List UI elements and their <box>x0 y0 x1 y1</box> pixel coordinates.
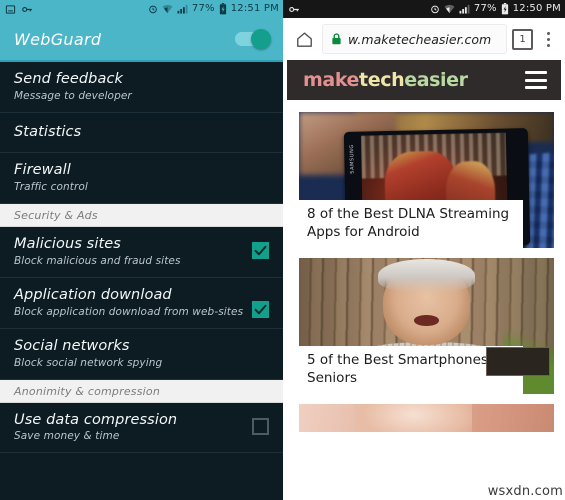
article-title[interactable]: 8 of the Best DLNA Streaming Apps for An… <box>299 200 524 248</box>
menu-item-subtitle: Traffic control <box>14 181 88 194</box>
right-status-bar: 77% 12:50 PM <box>283 0 565 18</box>
master-toggle-switch[interactable] <box>235 29 271 49</box>
wifi-icon <box>444 4 455 14</box>
signal-icon <box>459 4 470 14</box>
checkbox-application-download[interactable] <box>252 301 269 319</box>
toggle-thumb <box>251 29 271 49</box>
menu-item-subtitle: Block application download from web-site… <box>14 305 244 318</box>
clock-left: 12:51 PM <box>230 3 279 14</box>
menu-item-title: Malicious sites <box>14 236 121 253</box>
screenshot-icon <box>5 4 16 15</box>
screenshot-root: 77% 12:51 PM WebGuard Send feedback Mess… <box>0 0 565 500</box>
article-image <box>299 404 554 432</box>
alarm-icon <box>148 4 158 14</box>
browser-toolbar: w.maketecheasier.com 1 <box>283 18 565 60</box>
menu-item-subtitle: Save money & time <box>14 430 120 443</box>
article-feed: SAMSUNG 8 of the Best DLNA Streaming App… <box>283 100 565 432</box>
section-header-anonimity-compression: Anonimity & compression <box>0 379 283 403</box>
battery-percent-right: 77% <box>473 3 497 14</box>
clock-right: 12:50 PM <box>512 3 561 14</box>
logo-part-easier: easier <box>404 69 468 91</box>
menu-item-title: Social networks <box>14 337 130 354</box>
site-logo[interactable]: maketecheasier <box>303 69 525 91</box>
article-thumbnail-overlay <box>486 347 550 376</box>
url-input[interactable]: w.maketecheasier.com <box>348 32 491 47</box>
section-header-security-ads: Security & Ads <box>0 204 283 228</box>
menu-item-use-data-compression[interactable]: Use data compression Save money & time <box>0 403 283 454</box>
site-header: maketecheasier <box>287 60 561 100</box>
menu-item-statistics[interactable]: Statistics <box>0 113 283 154</box>
hamburger-menu-icon[interactable] <box>525 71 547 89</box>
page-title: WebGuard <box>14 29 102 49</box>
menu-item-firewall[interactable]: Firewall Traffic control <box>0 153 283 205</box>
tab-switcher-button[interactable]: 1 <box>512 28 533 50</box>
menu-item-malicious-sites[interactable]: Malicious sites Block malicious and frau… <box>0 227 283 279</box>
menu-item-social-networks[interactable]: Social networks Block social network spy… <box>0 329 283 380</box>
left-status-bar: 77% 12:51 PM <box>0 0 283 18</box>
battery-charging-icon <box>219 3 227 15</box>
article-card[interactable]: 5 of the Best Smartphones for Seniors <box>299 258 554 394</box>
menu-item-subtitle: Block malicious and fraud sites <box>14 254 181 267</box>
article-card[interactable] <box>299 404 554 432</box>
wifi-icon <box>162 4 173 14</box>
watermark: wsxdn.com <box>487 484 563 499</box>
battery-charging-icon <box>501 3 509 15</box>
checkbox-use-data-compression[interactable] <box>252 417 269 435</box>
menu-item-subtitle: Block social network spying <box>14 356 163 369</box>
settings-menu: Send feedback Message to developer Stati… <box>0 62 283 454</box>
menu-item-application-download[interactable]: Application download Block application d… <box>0 278 283 329</box>
menu-item-title: Use data compression <box>14 411 178 428</box>
battery-percent-left: 77% <box>191 3 215 14</box>
menu-item-title: Firewall <box>14 162 71 179</box>
vpn-key-icon <box>21 4 33 15</box>
kebab-menu-icon[interactable] <box>539 26 557 52</box>
checkbox-malicious-sites[interactable] <box>252 242 269 260</box>
webguard-app-pane: 77% 12:51 PM WebGuard Send feedback Mess… <box>0 0 283 500</box>
article-card[interactable]: SAMSUNG 8 of the Best DLNA Streaming App… <box>299 112 554 248</box>
signal-icon <box>177 4 188 14</box>
alarm-icon <box>430 4 440 14</box>
menu-item-title: Application download <box>14 287 172 304</box>
vpn-key-icon <box>288 4 300 15</box>
home-button[interactable] <box>291 26 317 52</box>
browser-pane: 77% 12:50 PM w.maketecheasier.com 1 make… <box>283 0 565 500</box>
home-icon <box>295 30 314 49</box>
logo-part-tech: tech <box>359 69 405 91</box>
menu-item-subtitle: Message to developer <box>14 89 132 102</box>
menu-item-title: Send feedback <box>14 71 124 87</box>
url-bar[interactable]: w.maketecheasier.com <box>323 25 506 53</box>
logo-part-make: make <box>303 69 360 91</box>
app-header: WebGuard <box>0 18 283 60</box>
menu-item-send-feedback[interactable]: Send feedback Message to developer <box>0 62 283 113</box>
menu-item-title: Statistics <box>14 123 82 140</box>
lock-icon <box>331 33 342 45</box>
